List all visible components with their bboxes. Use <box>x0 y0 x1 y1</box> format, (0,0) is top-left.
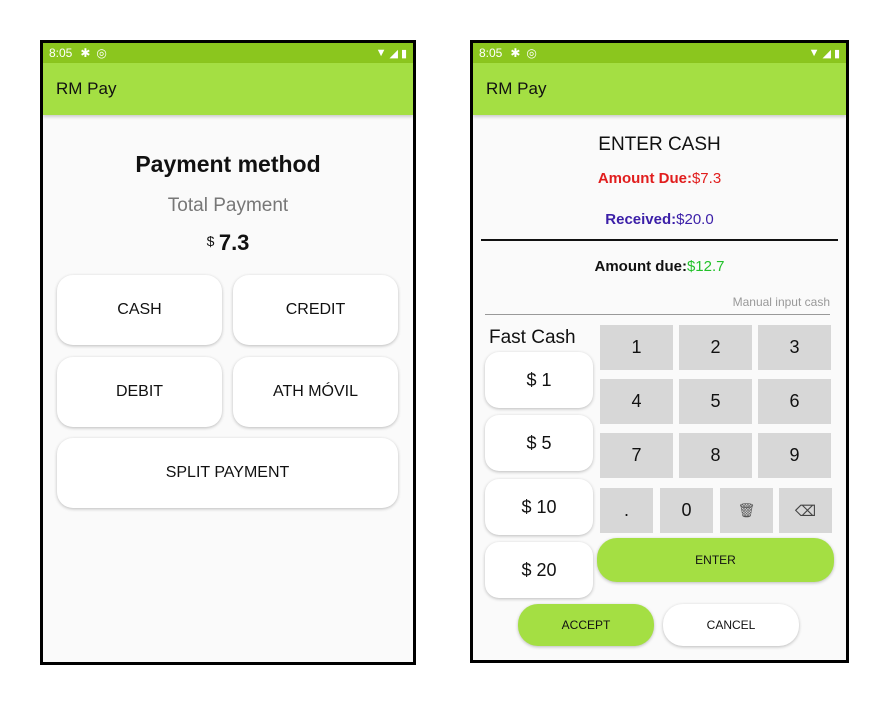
change-label: Amount due: <box>594 258 687 275</box>
amount-due-label: Amount Due: <box>597 170 692 187</box>
signal-icon: ◢ <box>389 47 398 60</box>
fast-cash-1-button[interactable]: $ 1 <box>485 352 593 408</box>
enter-button[interactable]: ENTER <box>597 538 834 582</box>
key-2[interactable]: 2 <box>679 325 752 370</box>
change-value: $12.7 <box>686 258 725 275</box>
currency-symbol: $ <box>206 233 215 249</box>
split-payment-button[interactable]: SPLIT PAYMENT <box>57 438 398 508</box>
payment-method-screen: 8:05 ✱ ◎ ▼ ◢ ▮ RM Pay Payment method Tot… <box>43 43 413 662</box>
key-4[interactable]: 4 <box>600 379 673 424</box>
page-title: Payment method <box>135 151 321 177</box>
accept-button[interactable]: ACCEPT <box>518 604 654 646</box>
amount-due-value: $7.3 <box>691 170 722 187</box>
phone-enter-cash: 8:05 ✱ ◎ ▼ ◢ ▮ RM Pay ENTER CASH Amount … <box>470 40 849 663</box>
wifi-icon: ▼ <box>808 47 820 59</box>
received-value: $20.0 <box>676 211 714 228</box>
sync-icon: ◎ <box>526 46 537 60</box>
status-time: 8:05 <box>49 46 73 60</box>
key-5[interactable]: 5 <box>679 379 752 424</box>
cash-button[interactable]: CASH <box>57 275 222 345</box>
key-8[interactable]: 8 <box>679 433 752 478</box>
enter-cash-title: ENTER CASH <box>598 134 721 155</box>
key-7[interactable]: 7 <box>600 433 673 478</box>
manual-cash-input[interactable]: Manual input cash <box>485 291 830 315</box>
app-title: RM Pay <box>56 79 117 98</box>
fast-cash-10-button[interactable]: $ 10 <box>485 479 593 535</box>
key-3[interactable]: 3 <box>758 325 831 370</box>
divider <box>481 239 838 241</box>
app-bar: RM Pay <box>43 63 413 115</box>
enter-cash-screen: 8:05 ✱ ◎ ▼ ◢ ▮ RM Pay ENTER CASH Amount … <box>473 43 846 660</box>
fast-cash-label: Fast Cash <box>489 327 576 348</box>
signal-icon: ◢ <box>822 47 831 60</box>
credit-button[interactable]: CREDIT <box>233 275 398 345</box>
app-bar: RM Pay <box>473 63 846 115</box>
key-0[interactable]: 0 <box>660 488 713 533</box>
settings-icon: ✱ <box>510 46 521 60</box>
status-bar: 8:05 ✱ ◎ ▼ ◢ ▮ <box>473 43 846 63</box>
app-title: RM Pay <box>486 79 547 98</box>
key-6[interactable]: 6 <box>758 379 831 424</box>
backspace-icon[interactable]: ⌫ <box>779 488 832 533</box>
key-1[interactable]: 1 <box>600 325 673 370</box>
key-decimal[interactable]: . <box>600 488 653 533</box>
received-row: Received:$20.0 <box>473 211 846 228</box>
manual-cash-placeholder: Manual input cash <box>732 295 830 309</box>
amount-due-row: Amount Due:$7.3 <box>473 170 846 187</box>
key-9[interactable]: 9 <box>758 433 831 478</box>
total-payment-label: Total Payment <box>167 195 289 216</box>
wifi-icon: ▼ <box>375 47 387 59</box>
total-payment-amount: $ 7.3 <box>43 230 413 256</box>
status-time: 8:05 <box>479 46 503 60</box>
cancel-button[interactable]: CANCEL <box>663 604 799 646</box>
clear-icon[interactable]: 🗑 <box>720 488 773 533</box>
battery-icon: ▮ <box>400 47 407 60</box>
settings-icon: ✱ <box>80 46 91 60</box>
sync-icon: ◎ <box>96 46 107 60</box>
fast-cash-5-button[interactable]: $ 5 <box>485 415 593 471</box>
fast-cash-20-button[interactable]: $ 20 <box>485 542 593 598</box>
debit-button[interactable]: DEBIT <box>57 357 222 427</box>
battery-icon: ▮ <box>833 47 840 60</box>
ath-movil-button[interactable]: ATH MÓVIL <box>233 357 398 427</box>
change-row: Amount due:$12.7 <box>473 258 846 275</box>
total-value: 7.3 <box>218 230 250 255</box>
phone-payment-method: 8:05 ✱ ◎ ▼ ◢ ▮ RM Pay Payment method Tot… <box>40 40 416 665</box>
status-bar: 8:05 ✱ ◎ ▼ ◢ ▮ <box>43 43 413 63</box>
received-label: Received: <box>605 211 677 228</box>
